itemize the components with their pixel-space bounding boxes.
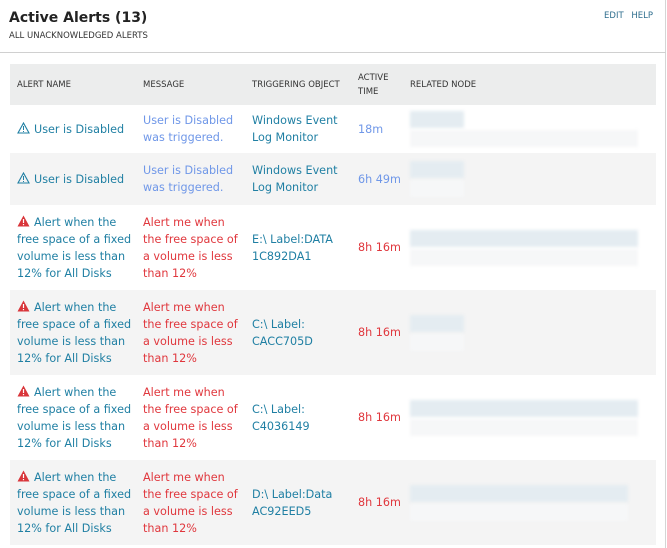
active-time-cell: 18m	[358, 122, 384, 136]
alert-name-link[interactable]: Alert when the free space of a fixed vol…	[17, 386, 131, 450]
active-time-cell: 8h 16m	[358, 411, 401, 424]
panel-links: EDIT HELP	[599, 11, 653, 21]
related-node-cell[interactable]	[403, 105, 656, 153]
alert-name-cell[interactable]: User is Disabled	[10, 105, 136, 153]
triggering-object-link[interactable]: C:\ Label: C4036149	[245, 375, 351, 460]
edit-link[interactable]: EDIT	[604, 11, 624, 21]
triggering-object-link[interactable]: C:\ Label: CACC705D	[245, 290, 351, 375]
active-time-cell: 8h 16m	[351, 460, 403, 545]
warning-icon	[17, 171, 30, 184]
redacted-node-detail	[410, 503, 628, 521]
redacted-node	[410, 314, 464, 332]
critical-alert-icon	[17, 470, 30, 481]
message-cell: Alert me when the free space of a volume…	[143, 215, 238, 280]
col-related-node[interactable]: RELATED NODE	[403, 64, 656, 105]
alerts-table: ALERT NAME MESSAGE TRIGGERING OBJECT ACT…	[10, 64, 656, 545]
table-row[interactable]: User is Disabled User is Disabled was tri…	[10, 153, 656, 205]
table-row[interactable]: Alert when the free space of a fixed vol…	[10, 290, 656, 375]
alert-name-link[interactable]: Alert when the free space of a fixed vol…	[17, 301, 131, 365]
panel-title: Active Alerts (13)	[9, 10, 148, 26]
related-node-cell[interactable]	[403, 153, 656, 205]
triggering-object-link[interactable]: E:\ Label:DATA 1C892DA1	[245, 205, 351, 290]
alert-name-cell[interactable]: Alert when the free space of a fixed vol…	[10, 460, 136, 545]
alert-name-cell[interactable]: Alert when the free space of a fixed vol…	[10, 290, 136, 375]
critical-alert-icon	[17, 215, 30, 226]
triggering-object-link[interactable]: Windows Event Log Monitor	[245, 153, 351, 205]
table-row[interactable]: Alert when the free space of a fixed vol…	[10, 460, 656, 545]
panel-subtitle: ALL UNACKNOWLEDGED ALERTS	[9, 31, 148, 41]
related-node-cell[interactable]	[403, 205, 656, 290]
col-message[interactable]: MESSAGE	[136, 64, 245, 105]
table-header: ALERT NAME MESSAGE TRIGGERING OBJECT ACT…	[10, 64, 656, 105]
related-node-cell[interactable]	[403, 375, 656, 460]
active-time-cell: 6h 49m	[351, 153, 403, 205]
message-cell: User is Disabled was triggered.	[143, 114, 234, 144]
redacted-node	[410, 229, 638, 247]
message-cell: User is Disabled was triggered.	[136, 153, 245, 205]
redacted-node-detail	[410, 333, 464, 351]
triggering-object-link[interactable]: D:\ Label:Data AC92EED5	[245, 460, 351, 545]
alert-name-cell[interactable]: Alert when the free space of a fixed vol…	[10, 375, 136, 460]
col-triggering-object[interactable]: TRIGGERING OBJECT	[245, 64, 351, 105]
active-time-cell: 8h 16m	[351, 290, 403, 375]
redacted-node	[410, 111, 464, 128]
alert-name-link[interactable]: Alert when the free space of a fixed vol…	[17, 471, 131, 535]
alert-name-link[interactable]: User is Disabled	[34, 123, 124, 136]
redacted-node	[410, 399, 638, 417]
redacted-node-detail	[410, 418, 638, 436]
table-row[interactable]: Alert when the free space of a fixed vol…	[10, 375, 656, 460]
redacted-node	[410, 161, 464, 178]
active-alerts-panel: Active Alerts (13) ALL UNACKNOWLEDGED AL…	[0, 0, 666, 548]
redacted-node-detail	[410, 130, 638, 147]
redacted-node-detail	[410, 180, 464, 197]
alert-name-cell[interactable]: Alert when the free space of a fixed vol…	[10, 205, 136, 290]
alert-name-link[interactable]: User is Disabled	[34, 173, 124, 186]
table-row[interactable]: User is Disabled User is Disabled was tri…	[10, 105, 656, 153]
divider	[0, 52, 666, 53]
redacted-node	[410, 484, 628, 502]
triggering-object-link[interactable]: Windows Event Log Monitor	[245, 105, 351, 153]
critical-alert-icon	[17, 385, 30, 396]
active-time-cell: 8h 16m	[358, 241, 401, 254]
message-cell: Alert me when the free space of a volume…	[136, 290, 245, 375]
related-node-cell[interactable]	[403, 460, 656, 545]
related-node-cell[interactable]	[403, 290, 656, 375]
message-cell: Alert me when the free space of a volume…	[136, 460, 245, 545]
alert-name-link[interactable]: Alert when the free space of a fixed vol…	[17, 216, 131, 280]
message-cell: Alert me when the free space of a volume…	[143, 385, 238, 450]
table-row[interactable]: Alert when the free space of a fixed vol…	[10, 205, 656, 290]
help-link[interactable]: HELP	[631, 11, 653, 21]
col-active-time[interactable]: ACTIVE TIME	[351, 64, 403, 105]
warning-icon	[17, 121, 30, 134]
redacted-node-detail	[410, 248, 638, 266]
alert-name-cell[interactable]: User is Disabled	[10, 153, 136, 205]
col-alert-name[interactable]: ALERT NAME	[10, 64, 136, 105]
critical-alert-icon	[17, 300, 30, 311]
